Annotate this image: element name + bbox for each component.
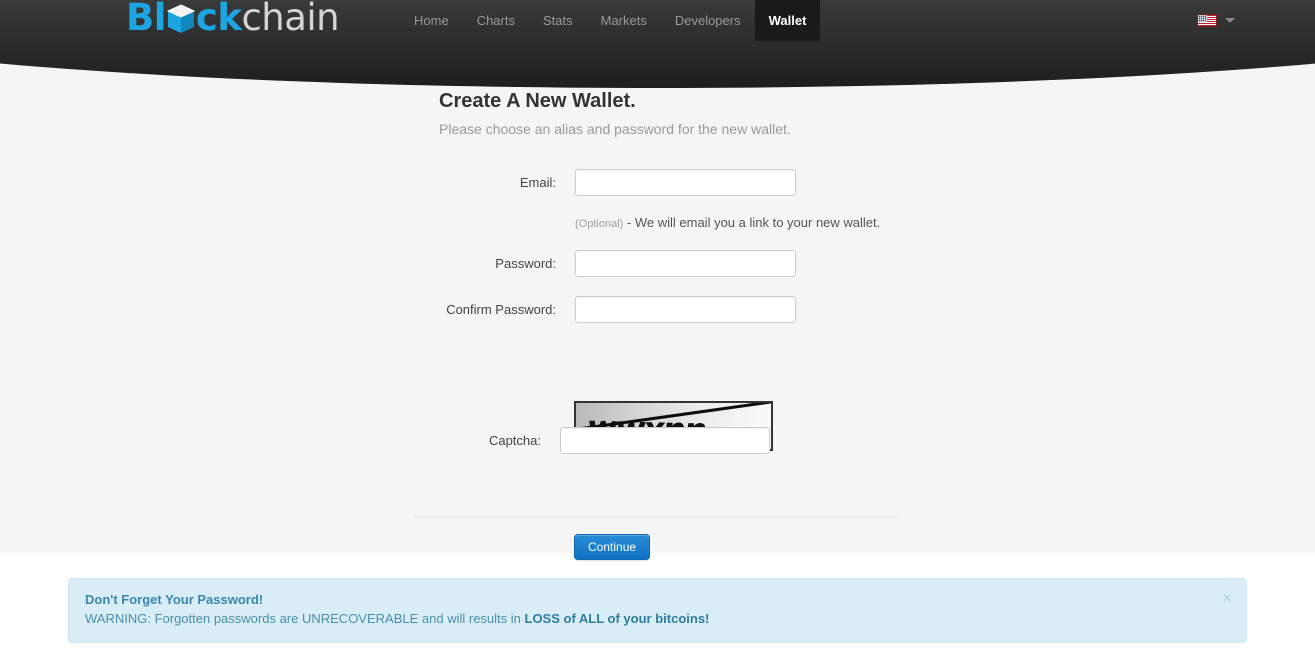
content-panel: Create A New Wallet. Please choose an al… — [0, 41, 1315, 560]
nav-item-stats[interactable]: Stats — [529, 0, 587, 41]
password-field[interactable] — [575, 250, 796, 277]
us-flag-icon — [1197, 14, 1217, 27]
email-field[interactable] — [575, 169, 796, 196]
form-divider — [414, 516, 901, 517]
captcha-label: Captcha: — [488, 433, 541, 448]
alert-body: WARNING: Forgotten passwords are UNRECOV… — [85, 609, 1230, 629]
close-icon[interactable]: × — [1223, 591, 1232, 607]
page-subtitle: Please choose an alias and password for … — [439, 121, 791, 137]
nav-item-developers[interactable]: Developers — [661, 0, 755, 41]
alert-heading: Don't Forget Your Password! — [85, 592, 264, 607]
continue-button[interactable]: Continue — [574, 534, 651, 560]
confirm-password-label: Confirm Password: — [446, 302, 556, 317]
nav-item-charts[interactable]: Charts — [463, 0, 529, 41]
cube-icon — [166, 2, 196, 36]
email-optional-tag: (Optional) — [575, 218, 624, 230]
password-label: Password: — [495, 256, 556, 271]
form-row-password: Password: — [436, 250, 796, 277]
form-row-confirm-password: Confirm Password: — [436, 296, 796, 323]
site-header: Bl ckchain Home Charts Stats Markets Dev… — [0, 0, 1315, 88]
logo-text-suffix: chain — [241, 0, 340, 39]
alert-body-strong: LOSS of ALL of your bitcoins! — [524, 611, 710, 626]
email-help-body: - We will email you a link to your new w… — [623, 215, 881, 230]
nav-item-markets[interactable]: Markets — [587, 0, 661, 41]
site-logo[interactable]: Bl ckchain — [126, 0, 340, 39]
form-row-email: Email: — [436, 169, 796, 196]
alert-body-prefix: WARNING: Forgotten passwords are UNRECOV… — [85, 611, 525, 626]
chevron-down-icon — [1225, 18, 1235, 23]
nav-item-home[interactable]: Home — [400, 0, 463, 41]
form-row-captcha: Captcha: — [421, 427, 770, 454]
password-warning-alert: × Don't Forget Your Password! WARNING: F… — [68, 578, 1247, 643]
captcha-input[interactable] — [560, 427, 770, 454]
page-title: Create A New Wallet. — [439, 90, 636, 112]
nav-item-wallet[interactable]: Wallet — [754, 0, 821, 41]
logo-text-mid: ck — [195, 0, 242, 39]
email-help-text: (Optional) - We will email you a link to… — [575, 215, 880, 230]
language-selector[interactable] — [1197, 0, 1235, 41]
logo-text-prefix: Bl — [126, 0, 166, 39]
confirm-password-field[interactable] — [575, 296, 796, 323]
email-label: Email: — [519, 175, 556, 190]
main-navigation: Home Charts Stats Markets Developers Wal… — [400, 0, 821, 41]
